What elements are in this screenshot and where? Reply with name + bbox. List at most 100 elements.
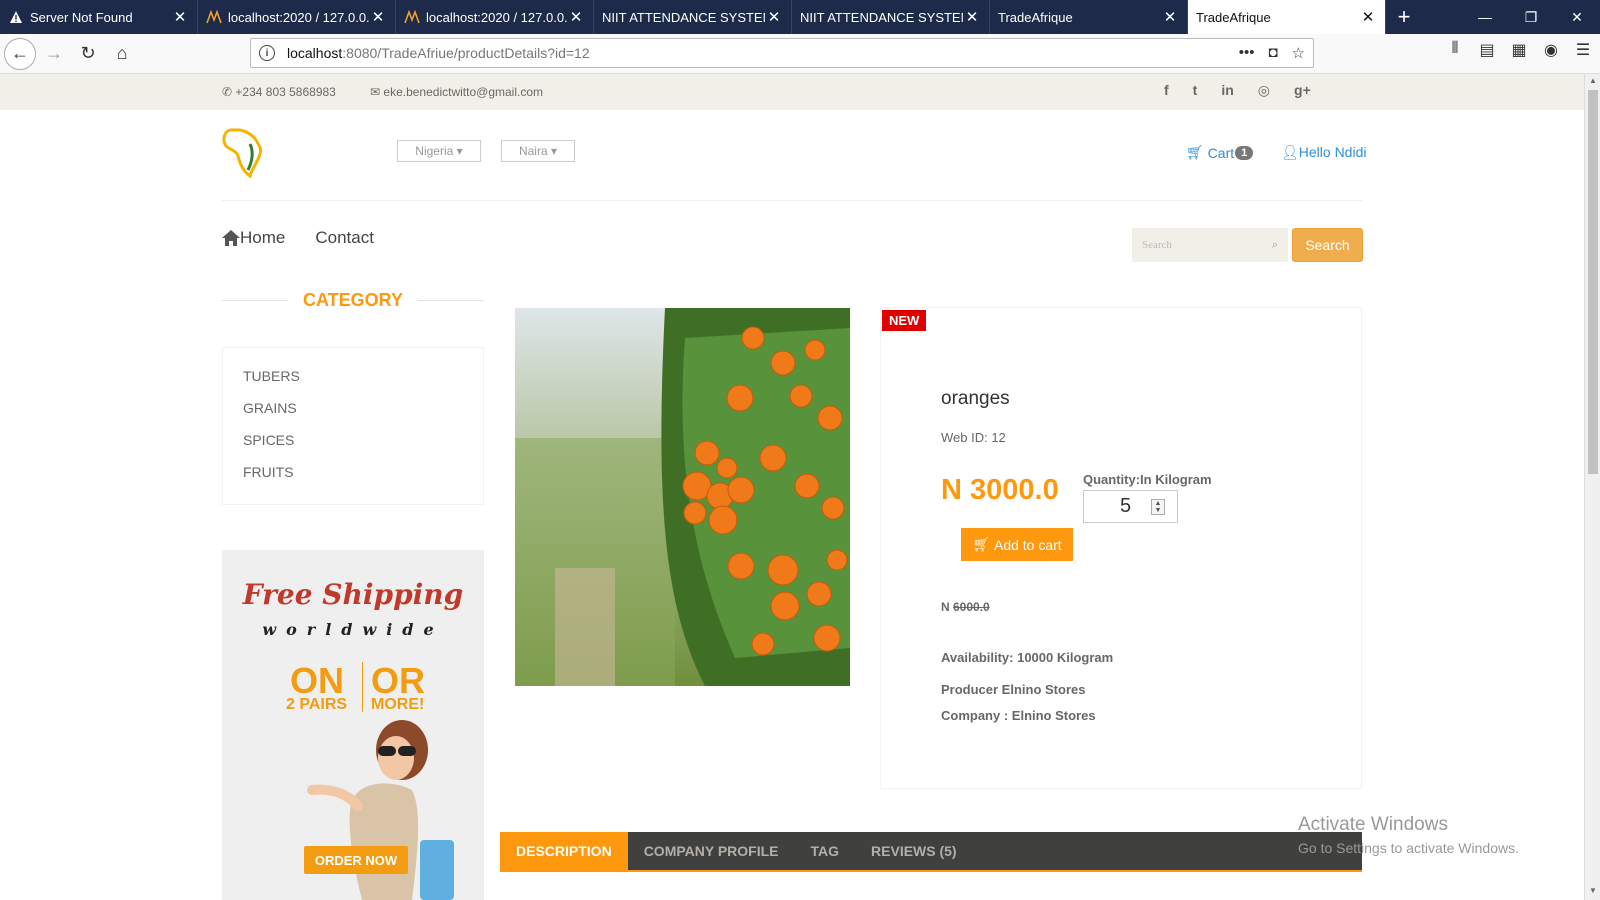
- quantity-stepper[interactable]: 5 ▲ ▼: [1083, 490, 1178, 523]
- browser-tab-title: Server Not Found: [30, 9, 133, 25]
- close-icon[interactable]: ✕: [963, 8, 981, 26]
- search-input[interactable]: Search ⌕: [1132, 228, 1288, 262]
- cart-count-badge: 1: [1235, 145, 1254, 160]
- shipping-promo-banner[interactable]: Free Shipping worldwide ON OR 2 PAIRS MO…: [222, 550, 484, 900]
- windows-activation-watermark: Activate Windows Go to Settings to activ…: [1298, 814, 1519, 856]
- phpmyadmin-icon: [206, 9, 222, 25]
- country-dropdown[interactable]: Nigeria ▾: [397, 140, 481, 162]
- browser-tab-title: NIIT ATTENDANCE SYSTEM: [800, 9, 963, 25]
- new-tab-icon[interactable]: +: [1386, 0, 1422, 34]
- browser-tab[interactable]: NIIT ATTENDANCE SYSTEM ✕: [792, 0, 990, 34]
- close-icon[interactable]: ✕: [171, 8, 189, 26]
- info-icon[interactable]: i: [259, 45, 275, 61]
- tab-description[interactable]: DESCRIPTION: [500, 832, 628, 870]
- category-item-fruits[interactable]: FRUITS: [243, 458, 463, 490]
- envelope-icon: ✉: [370, 85, 381, 99]
- nav-home[interactable]: Home: [222, 228, 285, 248]
- browser-tab-active[interactable]: TradeAfrique ✕: [1188, 0, 1386, 34]
- facebook-icon[interactable]: f: [1164, 82, 1169, 99]
- forward-arrow-icon[interactable]: →: [38, 38, 70, 70]
- header-top-bar: ✆ +234 803 5868983 ✉ eke.benedictwitto@g…: [0, 74, 1584, 110]
- caret-down-icon: ▾: [551, 144, 558, 158]
- nav-contact[interactable]: Contact: [315, 228, 374, 248]
- phpmyadmin-icon: [404, 9, 420, 25]
- contact-phone: ✆ +234 803 5868983: [222, 85, 336, 99]
- promo-subline: worldwide: [262, 620, 444, 639]
- restore-icon[interactable]: ❐: [1508, 0, 1554, 34]
- browser-nav-bar: ← → ↻ ⌂ i localhost:8080/TradeAfriue/pro…: [0, 34, 1600, 74]
- cart-link[interactable]: 🛒︎ Cart 1: [1186, 144, 1254, 161]
- product-availability: Availability: 10000 Kilogram: [941, 650, 1114, 665]
- product-company: Company : Elnino Stores: [941, 708, 1096, 723]
- sidebar-icon[interactable]: ▤: [1478, 40, 1496, 60]
- extension-icon[interactable]: ▦: [1510, 40, 1528, 60]
- browser-tab[interactable]: NIIT ATTENDANCE SYSTEM ✕: [594, 0, 792, 34]
- close-icon[interactable]: ✕: [369, 8, 387, 26]
- scroll-up-icon[interactable]: ▲: [1585, 76, 1600, 90]
- browser-tab[interactable]: localhost:2020 / 127.0.0.1 / ✕: [396, 0, 594, 34]
- reload-icon[interactable]: ↻: [72, 38, 104, 70]
- linkedin-icon[interactable]: in: [1221, 82, 1233, 99]
- tab-tag[interactable]: TAG: [795, 832, 856, 870]
- product-info-panel: NEW oranges Web ID: 12 N 3000.0 Quantity…: [880, 307, 1362, 789]
- heading-line: [222, 300, 288, 301]
- currency-dropdown[interactable]: Naira ▾: [501, 140, 575, 162]
- old-price: N 6000.0: [941, 600, 990, 614]
- scrollbar-thumb[interactable]: [1588, 90, 1598, 474]
- product-detail-tabs: DESCRIPTION COMPANY PROFILE TAG REVIEWS …: [500, 832, 1362, 872]
- browser-tab-title: TradeAfrique: [998, 9, 1073, 25]
- main-nav: Home Contact: [222, 228, 374, 248]
- promo-divider: [362, 662, 363, 712]
- back-arrow-icon[interactable]: ←: [4, 37, 36, 70]
- browser-tab-title: NIIT ATTENDANCE SYSTEM: [602, 9, 765, 25]
- minimize-icon[interactable]: —: [1462, 0, 1508, 34]
- category-item-grains[interactable]: GRAINS: [243, 394, 463, 426]
- more-icon[interactable]: •••: [1239, 44, 1255, 62]
- warning-icon: [8, 9, 24, 25]
- address-bar[interactable]: i localhost:8080/TradeAfriue/productDeta…: [250, 38, 1314, 68]
- tab-company-profile[interactable]: COMPANY PROFILE: [628, 832, 795, 870]
- dribbble-icon[interactable]: ◎: [1258, 82, 1270, 99]
- browser-tab[interactable]: Server Not Found ✕: [0, 0, 198, 34]
- contact-email: ✉ eke.benedictwitto@gmail.com: [370, 85, 543, 99]
- close-icon[interactable]: ✕: [765, 8, 783, 26]
- browser-tab[interactable]: TradeAfrique ✕: [990, 0, 1188, 34]
- browser-toolbar-right: ⫴ ▤ ▦ ◉ ☰: [1446, 40, 1592, 60]
- site-logo[interactable]: [220, 126, 268, 179]
- account-icon[interactable]: ◉: [1542, 40, 1560, 60]
- pocket-icon[interactable]: ◘: [1268, 44, 1277, 62]
- category-item-tubers[interactable]: TUBERS: [243, 362, 463, 394]
- category-item-spices[interactable]: SPICES: [243, 426, 463, 458]
- page-scrollbar[interactable]: ▲ ▼: [1584, 74, 1600, 900]
- close-icon[interactable]: ✕: [1359, 8, 1377, 26]
- home-icon[interactable]: ⌂: [106, 38, 138, 70]
- tab-reviews[interactable]: REVIEWS (5): [855, 832, 973, 870]
- menu-icon[interactable]: ☰: [1574, 40, 1592, 60]
- order-now-button[interactable]: ORDER NOW: [304, 846, 408, 874]
- caret-down-icon: ▾: [456, 144, 463, 158]
- google-plus-icon[interactable]: g+: [1294, 82, 1311, 99]
- header-divider: [222, 200, 1362, 201]
- user-icon: 👤︎: [1281, 144, 1299, 160]
- new-badge: NEW: [882, 310, 927, 331]
- browser-tab-title: localhost:2020 / 127.0.0.1 /: [426, 9, 567, 25]
- twitter-icon[interactable]: t: [1193, 82, 1198, 99]
- browser-tab-bar: Server Not Found ✕ localhost:2020 / 127.…: [0, 0, 1600, 34]
- add-to-cart-button[interactable]: 🛒︎ Add to cart: [961, 528, 1073, 561]
- phone-icon: ✆: [222, 85, 233, 99]
- browser-tab[interactable]: localhost:2020 / 127.0.0.1 / ✕: [198, 0, 396, 34]
- user-account-link[interactable]: 👤︎Hello Ndidi: [1281, 144, 1366, 161]
- product-price: N 3000.0: [941, 474, 1059, 506]
- search-button[interactable]: Search: [1292, 228, 1363, 262]
- browser-tab-title: TradeAfrique: [1196, 9, 1271, 25]
- close-icon[interactable]: ✕: [567, 8, 585, 26]
- product-producer: Producer Elnino Stores: [941, 682, 1086, 697]
- url-path: :8080/TradeAfriue/productDetails?id=12: [342, 45, 590, 61]
- spinner-arrows-icon[interactable]: ▲ ▼: [1151, 499, 1165, 515]
- bookmark-star-icon[interactable]: ☆: [1292, 44, 1305, 62]
- close-icon[interactable]: ✕: [1161, 8, 1179, 26]
- shopping-cart-icon: 🛒︎: [972, 536, 991, 552]
- close-window-icon[interactable]: ✕: [1554, 0, 1600, 34]
- library-icon[interactable]: ⫴: [1446, 40, 1464, 60]
- scroll-down-icon[interactable]: ▼: [1585, 886, 1600, 900]
